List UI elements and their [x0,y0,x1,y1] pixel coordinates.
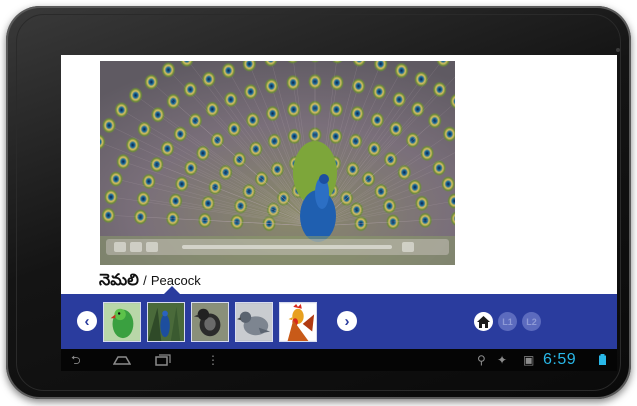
app-screen: నెమలి / Peacock ‹ › L1 L2 ⮌ ⋮ ⚲ ✦ ▣ 6:59 [61,55,617,371]
telugu-word: నెమలి [99,272,139,289]
pigeon-thumbnail[interactable] [235,302,273,342]
peacock-thumbnail[interactable] [147,302,185,342]
parrot-icon [104,303,140,341]
next-arrow-button[interactable]: › [337,311,357,331]
android-system-bar: ⮌ ⋮ ⚲ ✦ ▣ 6:59 [61,349,617,371]
play-button[interactable] [114,242,126,252]
crow-icon [192,303,228,341]
stop-button[interactable] [130,242,142,252]
rooster-icon [280,303,316,341]
sd-card-icon: ▣ [523,353,535,367]
level-1-button[interactable]: L1 [498,312,517,331]
seek-slider[interactable] [182,245,392,249]
peacock-video[interactable] [100,61,455,265]
word-caption: నెమలి / Peacock [99,271,201,293]
rooster-thumbnail[interactable] [279,302,317,342]
home-nav-icon[interactable] [113,355,131,365]
usb-icon: ⚲ [477,353,486,367]
video-player-controls[interactable] [106,239,449,255]
caption-separator: / [143,273,147,288]
crow-thumbnail[interactable] [191,302,229,342]
rewind-button[interactable] [146,242,158,252]
peacock-image [100,61,455,265]
selection-pointer [164,286,180,294]
tablet-frame: నెమలి / Peacock ‹ › L1 L2 ⮌ ⋮ ⚲ ✦ ▣ 6:59 [6,6,631,399]
pigeon-icon [236,303,272,341]
battery-icon [599,354,606,365]
level-2-button[interactable]: L2 [522,312,541,331]
previous-arrow-button[interactable]: ‹ [77,311,97,331]
home-button[interactable] [474,312,493,331]
menu-dots-icon[interactable]: ⋮ [207,352,219,368]
debug-icon: ✦ [497,353,508,367]
thumbnail-bar: ‹ › L1 L2 [61,286,617,349]
peacock-icon [148,303,184,341]
parrot-thumbnail[interactable] [103,302,141,342]
back-icon[interactable]: ⮌ [71,352,81,368]
volume-button[interactable] [402,242,414,252]
camera-dot [616,48,620,52]
recent-apps-icon[interactable] [155,354,171,366]
home-icon [477,315,490,328]
status-clock: 6:59 [543,351,577,368]
